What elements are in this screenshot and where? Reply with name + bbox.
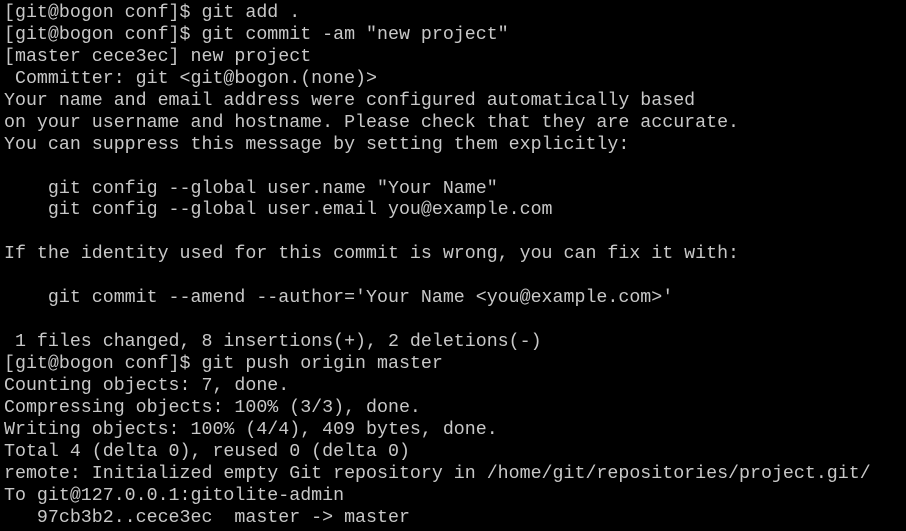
- terminal-line: git config --global user.name "Your Name…: [4, 178, 498, 199]
- terminal-line: 1 files changed, 8 insertions(+), 2 dele…: [4, 332, 542, 353]
- terminal-line: git commit --amend --author='Your Name <…: [4, 288, 674, 309]
- terminal-line: 97cb3b2..cece3ec master -> master: [4, 507, 410, 528]
- terminal-output[interactable]: [git@bogon conf]$ git add . [git@bogon co…: [4, 3, 871, 530]
- terminal-line: Compressing objects: 100% (3/3), done.: [4, 397, 421, 418]
- terminal-line: [git@bogon conf]$ git add .: [4, 3, 301, 23]
- terminal-line: To git@127.0.0.1:gitolite-admin: [4, 485, 345, 506]
- terminal-line: on your username and hostname. Please ch…: [4, 112, 740, 133]
- terminal-line: Committer: git <git@bogon.(none)>: [4, 68, 377, 89]
- terminal-line: [master cece3ec] new project: [4, 46, 312, 67]
- terminal-line: remote: Initialized empty Git repository…: [4, 463, 871, 484]
- terminal-line: [git@bogon conf]$ git commit -am "new pr…: [4, 24, 509, 45]
- terminal-line: [git@bogon conf]$ git push origin master: [4, 354, 443, 374]
- terminal-line: If the identity used for this commit is …: [4, 244, 740, 265]
- terminal-line: You can suppress this message by setting…: [4, 134, 630, 155]
- terminal-line: Writing objects: 100% (4/4), 409 bytes, …: [4, 419, 498, 440]
- terminal-line: Your name and email address were configu…: [4, 90, 696, 111]
- terminal-line: git config --global user.email you@examp…: [4, 200, 553, 221]
- terminal-line: Total 4 (delta 0), reused 0 (delta 0): [4, 441, 410, 462]
- terminal-line: Counting objects: 7, done.: [4, 375, 290, 396]
